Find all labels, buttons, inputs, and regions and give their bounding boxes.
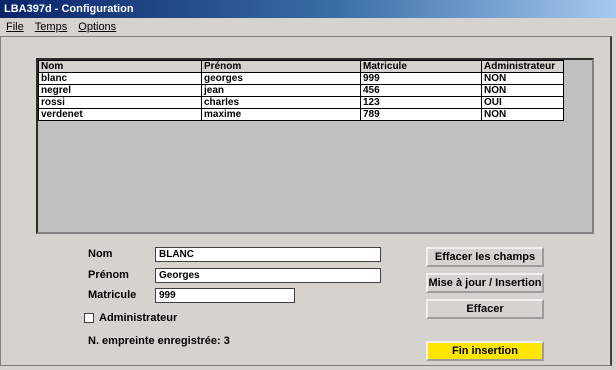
cell-nom[interactable]: rossi (38, 96, 202, 109)
prenom-label: Prénom (88, 269, 129, 281)
col-header-prenom[interactable]: Prénom (201, 60, 361, 73)
cell-prenom[interactable]: georges (201, 72, 361, 85)
cell-administrateur[interactable]: NON (481, 84, 564, 97)
table-row[interactable]: verdenet maxime 789 NON (38, 108, 564, 121)
cell-administrateur[interactable]: NON (481, 108, 564, 121)
effacer-champs-button[interactable]: Effacer les champs (426, 247, 544, 267)
col-header-nom[interactable]: Nom (38, 60, 202, 73)
cell-administrateur[interactable]: NON (481, 72, 564, 85)
prenom-field[interactable]: Georges (155, 268, 381, 283)
window-title: LBA397d - Configuration (0, 0, 616, 18)
administrateur-label: Administrateur (99, 312, 178, 324)
nom-label: Nom (88, 248, 113, 260)
matricule-label: Matricule (88, 289, 137, 301)
table-row[interactable]: blanc georges 999 NON (38, 72, 564, 85)
empreinte-status: N. empreinte enregistrée: 3 (88, 335, 230, 347)
cell-matricule[interactable]: 999 (360, 72, 482, 85)
col-header-administrateur[interactable]: Administrateur (481, 60, 564, 73)
nom-field[interactable]: BLANC (155, 247, 381, 262)
cell-prenom[interactable]: jean (201, 84, 361, 97)
cell-nom[interactable]: negrel (38, 84, 202, 97)
cell-prenom[interactable]: maxime (201, 108, 361, 121)
users-table: Nom Prénom Matricule Administrateur blan… (38, 60, 564, 121)
fin-insertion-button[interactable]: Fin insertion (426, 341, 544, 361)
cell-matricule[interactable]: 456 (360, 84, 482, 97)
menu-file[interactable]: File (6, 19, 24, 35)
cell-matricule[interactable]: 789 (360, 108, 482, 121)
cell-administrateur[interactable]: OUI (481, 96, 564, 109)
cell-nom[interactable]: verdenet (38, 108, 202, 121)
table-row[interactable]: rossi charles 123 OUI (38, 96, 564, 109)
effacer-button[interactable]: Effacer (426, 299, 544, 319)
cell-matricule[interactable]: 123 (360, 96, 482, 109)
table-row[interactable]: negrel jean 456 NON (38, 84, 564, 97)
table-header-row: Nom Prénom Matricule Administrateur (38, 60, 564, 73)
cell-nom[interactable]: blanc (38, 72, 202, 85)
menu-options[interactable]: Options (78, 19, 116, 35)
matricule-field[interactable]: 999 (155, 288, 295, 303)
users-grid[interactable]: Nom Prénom Matricule Administrateur blan… (36, 58, 594, 234)
administrateur-checkbox[interactable] (84, 313, 94, 323)
cell-prenom[interactable]: charles (201, 96, 361, 109)
mise-a-jour-button[interactable]: Mise à jour / Insertion (426, 273, 544, 293)
menu-bar: File Temps Options (0, 19, 616, 35)
menu-temps[interactable]: Temps (35, 19, 67, 35)
col-header-matricule[interactable]: Matricule (360, 60, 482, 73)
